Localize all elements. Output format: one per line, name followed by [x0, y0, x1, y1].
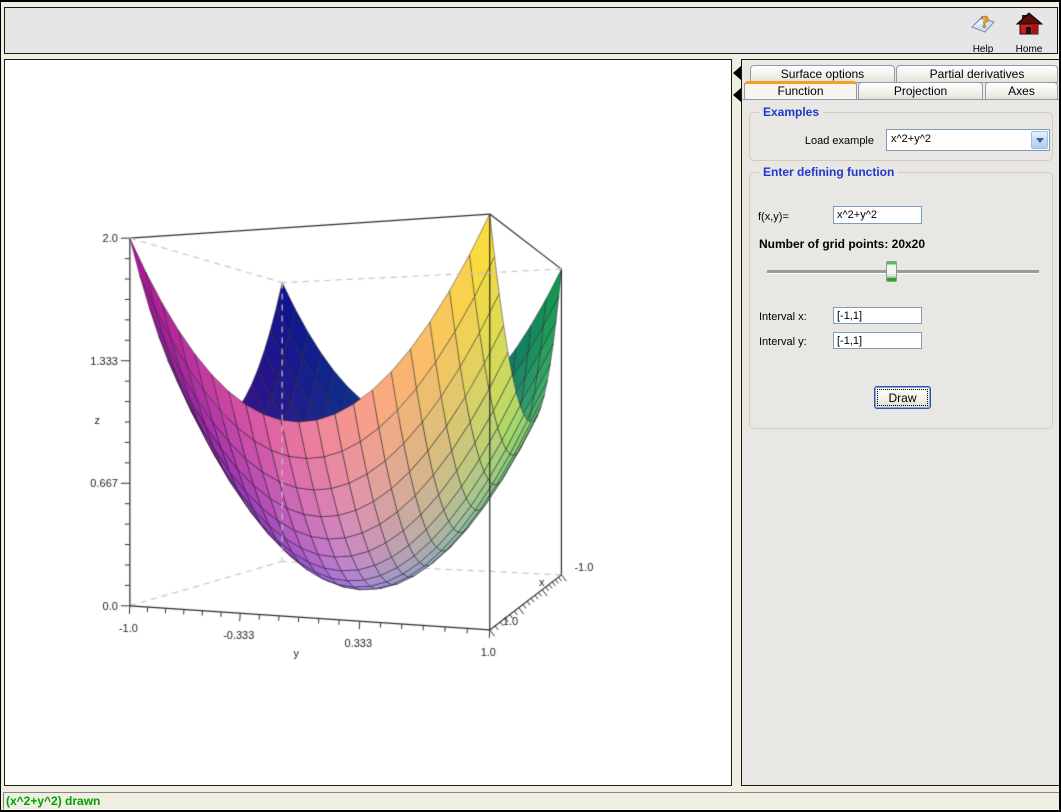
- grid-points-label: Number of grid points: 20x20: [759, 237, 925, 251]
- defining-function-groupbox: Enter defining function f(x,y)= Number o…: [749, 172, 1053, 429]
- examples-groupbox: Examples Load example x^2+y^2: [749, 112, 1053, 161]
- tab-function[interactable]: Function: [744, 81, 857, 100]
- dropdown-button[interactable]: [1031, 131, 1048, 149]
- load-example-value: x^2+y^2: [891, 133, 931, 145]
- interval-x-label: Interval x:: [759, 311, 807, 323]
- collapse-left-arrow-icon[interactable]: [733, 66, 741, 80]
- draw-button[interactable]: Draw: [874, 386, 931, 409]
- load-example-label: Load example: [754, 135, 874, 147]
- help-button[interactable]: ? Help: [960, 11, 1006, 52]
- function-group-title: Enter defining function: [759, 165, 898, 179]
- fxy-label: f(x,y)=: [758, 211, 789, 223]
- home-label: Home: [1006, 44, 1052, 55]
- splitpane-divider[interactable]: [732, 59, 741, 786]
- grid-points-slider-track[interactable]: [767, 270, 1039, 274]
- chevron-down-icon: [1036, 138, 1044, 143]
- fxy-input[interactable]: [833, 206, 922, 224]
- side-panel: Surface options Partial derivatives Func…: [741, 59, 1060, 786]
- help-icon: ?: [970, 11, 997, 38]
- surface-plot-canvas[interactable]: [5, 60, 731, 785]
- interval-y-input[interactable]: [833, 332, 922, 349]
- status-field: (x^2+y^2) drawn: [3, 792, 1060, 810]
- home-icon: [1016, 11, 1043, 38]
- interval-x-input[interactable]: [833, 307, 922, 324]
- toolbar: ? Help Home: [4, 7, 1058, 54]
- collapse-left-arrow-icon-2[interactable]: [733, 88, 741, 102]
- help-label: Help: [960, 44, 1006, 55]
- examples-group-title: Examples: [759, 105, 823, 119]
- tab-axes[interactable]: Axes: [985, 82, 1058, 100]
- svg-text:?: ?: [980, 12, 989, 32]
- plot-panel: [4, 59, 732, 786]
- home-button[interactable]: Home: [1006, 11, 1052, 52]
- grid-points-slider-thumb[interactable]: [886, 261, 897, 282]
- status-message: (x^2+y^2) drawn: [6, 794, 100, 808]
- tab-partial-derivatives[interactable]: Partial derivatives: [896, 65, 1058, 83]
- tab-projection[interactable]: Projection: [858, 82, 983, 100]
- function-tab-content: Examples Load example x^2+y^2 Enter defi…: [742, 99, 1059, 785]
- load-example-dropdown[interactable]: x^2+y^2: [886, 129, 1050, 151]
- interval-y-label: Interval y:: [759, 336, 807, 348]
- app-window: ? Help Home Surface options Partial deri…: [0, 0, 1061, 812]
- status-bar: (x^2+y^2) drawn: [1, 787, 1060, 812]
